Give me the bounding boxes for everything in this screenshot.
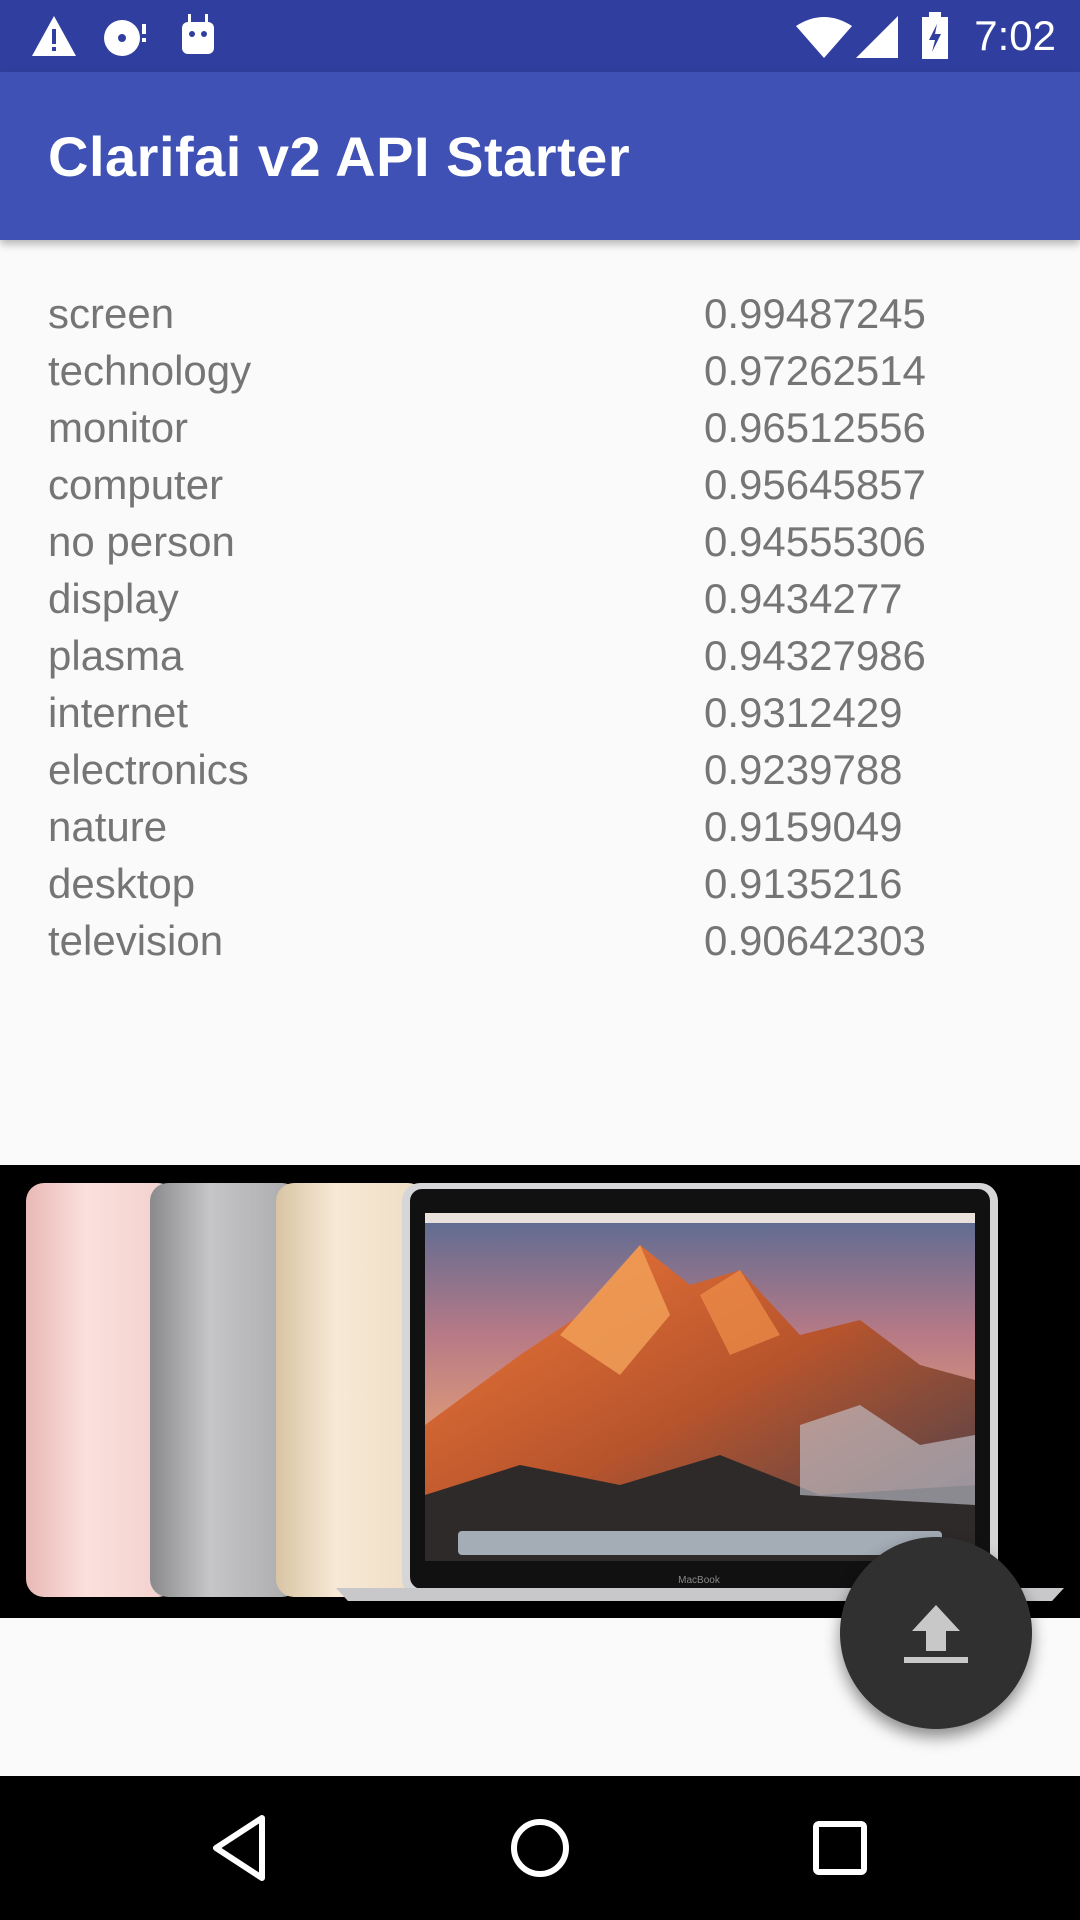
- disc-icon: [104, 20, 146, 56]
- list-item: no person 0.94555306: [48, 518, 1032, 575]
- concept-name: nature: [48, 803, 168, 850]
- concept-list: screen 0.99487245 technology 0.97262514 …: [48, 290, 1032, 974]
- concept-value: 0.9434277: [704, 575, 903, 622]
- concept-name: internet: [48, 689, 189, 736]
- upload-icon: [904, 1605, 968, 1663]
- home-icon[interactable]: [500, 1808, 580, 1888]
- concept-value: 0.94555306: [704, 518, 926, 565]
- list-item: computer 0.95645857: [48, 461, 1032, 518]
- status-bar: 7:02: [0, 0, 1080, 72]
- list-item: internet 0.9312429: [48, 689, 1032, 746]
- concept-value: 0.9159049: [704, 803, 903, 850]
- concept-value: 0.90642303: [704, 917, 926, 964]
- list-item: electronics 0.9239788: [48, 746, 1032, 803]
- signal-icon: [856, 16, 898, 58]
- concept-name: screen: [48, 290, 175, 337]
- list-item: nature 0.9159049: [48, 803, 1032, 860]
- concept-value: 0.9239788: [704, 746, 903, 793]
- concept-name: computer: [48, 461, 224, 508]
- list-item: monitor 0.96512556: [48, 404, 1032, 461]
- battery-icon: [922, 12, 948, 59]
- warning-icon: [32, 16, 76, 56]
- laptop-brand-label: MacBook: [678, 1575, 721, 1586]
- list-item: plasma 0.94327986: [48, 632, 1032, 689]
- concept-value: 0.99487245: [704, 290, 926, 337]
- concept-value: 0.95645857: [704, 461, 926, 508]
- concept-value: 0.9135216: [704, 860, 903, 907]
- wifi-icon: [796, 17, 852, 58]
- list-item: television 0.90642303: [48, 917, 1032, 974]
- app-title: Clarifai v2 API Starter: [48, 125, 631, 188]
- navigation-bar: [0, 1776, 1080, 1920]
- list-item: screen 0.99487245: [48, 290, 1032, 347]
- concept-name: technology: [48, 347, 252, 394]
- concept-name: plasma: [48, 632, 184, 679]
- back-icon[interactable]: [200, 1808, 280, 1888]
- concept-name: monitor: [48, 404, 189, 451]
- android-icon: [182, 14, 214, 54]
- concept-value: 0.96512556: [704, 404, 926, 451]
- concept-name: television: [48, 917, 224, 964]
- concept-name: display: [48, 575, 179, 622]
- list-item: desktop 0.9135216: [48, 860, 1032, 917]
- list-item: display 0.9434277: [48, 575, 1032, 632]
- list-item: technology 0.97262514: [48, 347, 1032, 404]
- app-bar: Clarifai v2 API Starter: [0, 72, 1080, 240]
- concept-value: 0.94327986: [704, 632, 926, 679]
- recents-icon[interactable]: [800, 1808, 880, 1888]
- concept-value: 0.9312429: [704, 689, 903, 736]
- upload-button[interactable]: [840, 1537, 1032, 1729]
- concept-name: desktop: [48, 860, 196, 907]
- status-time: 7:02: [974, 12, 1056, 59]
- concept-value: 0.97262514: [704, 347, 926, 394]
- concept-name: electronics: [48, 746, 249, 793]
- concept-name: no person: [48, 518, 235, 565]
